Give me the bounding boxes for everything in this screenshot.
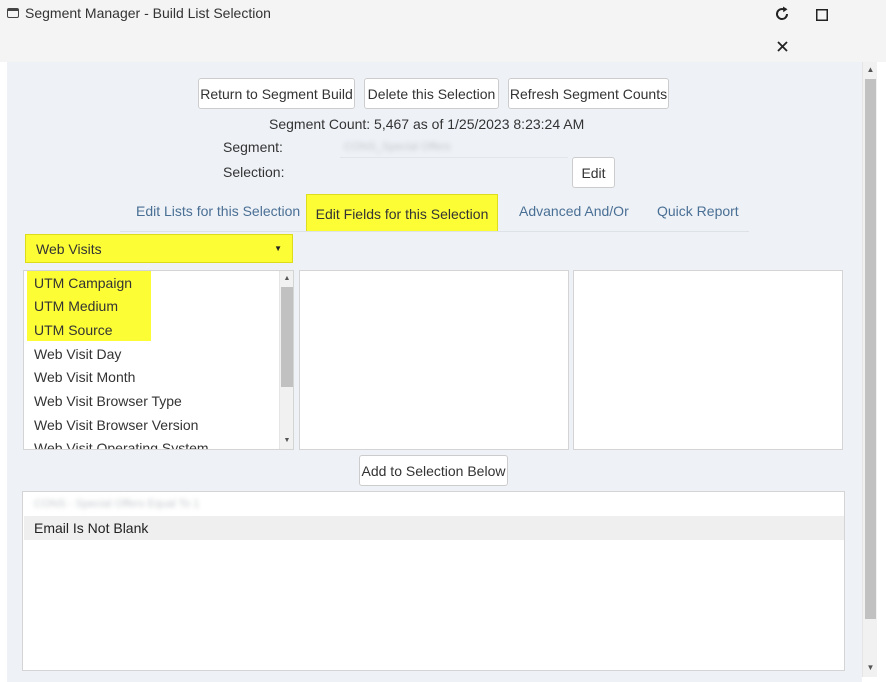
tab-quick-report[interactable]: Quick Report — [657, 203, 739, 219]
scrollbar-thumb[interactable] — [281, 287, 293, 387]
field-list-item[interactable]: UTM Campaign — [34, 275, 132, 291]
window-icon — [7, 8, 19, 18]
value-list[interactable] — [573, 270, 843, 450]
field-list-scrollbar[interactable]: ▲ ▼ — [279, 271, 293, 449]
operator-list[interactable] — [299, 270, 569, 450]
selection-row-text: CONS - Special Offers Equal To 1 — [34, 498, 200, 510]
field-list-item[interactable]: Web Visit Month — [34, 369, 135, 385]
category-dropdown[interactable]: Web Visits ▼ — [25, 234, 293, 263]
edit-button[interactable]: Edit — [572, 157, 615, 188]
field-list-item[interactable]: Web Visit Browser Version — [34, 417, 198, 433]
window-title: Segment Manager - Build List Selection — [25, 5, 271, 21]
field-list-item[interactable]: Web Visit Day — [34, 346, 121, 362]
scroll-down-icon[interactable]: ▼ — [863, 660, 878, 675]
selection-row[interactable]: CONS - Special Offers Equal To 1 — [24, 492, 844, 516]
segment-count: Segment Count: 5,467 as of 1/25/2023 8:2… — [269, 116, 585, 132]
segment-label: Segment: — [223, 139, 283, 155]
close-icon[interactable] — [772, 36, 792, 56]
tab-edit-lists[interactable]: Edit Lists for this Selection — [136, 203, 300, 219]
tab-divider — [120, 231, 749, 232]
field-list-item[interactable]: UTM Medium — [34, 298, 118, 314]
scroll-up-icon[interactable]: ▲ — [863, 62, 878, 77]
dropdown-value: Web Visits — [36, 240, 102, 257]
scroll-up-icon[interactable]: ▲ — [280, 271, 294, 286]
segment-divider — [340, 157, 568, 158]
tab-edit-fields[interactable]: Edit Fields for this Selection — [306, 194, 498, 232]
caret-down-icon: ▼ — [274, 244, 282, 253]
scrollbar-thumb[interactable] — [865, 79, 876, 619]
segment-value: CONS_Special Offers — [344, 141, 451, 153]
add-to-selection-button[interactable]: Add to Selection Below — [359, 455, 508, 486]
selection-row-text: Email Is Not Blank — [34, 520, 149, 536]
tab-advanced-and-or[interactable]: Advanced And/Or — [519, 203, 629, 219]
field-list[interactable]: UTM Campaign UTM Medium UTM Source Web V… — [23, 270, 294, 450]
field-list-item[interactable]: Web Visit Operating System — [34, 440, 209, 449]
page-scrollbar[interactable]: ▲ ▼ — [862, 62, 877, 677]
selection-criteria-box: CONS - Special Offers Equal To 1 Email I… — [22, 491, 845, 671]
refresh-segment-counts-button[interactable]: Refresh Segment Counts — [508, 78, 669, 109]
selection-row[interactable]: Email Is Not Blank — [24, 516, 844, 540]
refresh-icon[interactable] — [772, 4, 792, 24]
return-to-segment-build-button[interactable]: Return to Segment Build — [198, 78, 355, 109]
title-bar: Segment Manager - Build List Selection — [0, 0, 886, 62]
maximize-icon[interactable] — [812, 5, 832, 25]
scroll-down-icon[interactable]: ▼ — [280, 433, 294, 448]
field-list-item[interactable]: Web Visit Browser Type — [34, 393, 182, 409]
field-list-item[interactable]: UTM Source — [34, 322, 113, 338]
selection-label: Selection: — [223, 164, 285, 180]
delete-selection-button[interactable]: Delete this Selection — [364, 78, 499, 109]
